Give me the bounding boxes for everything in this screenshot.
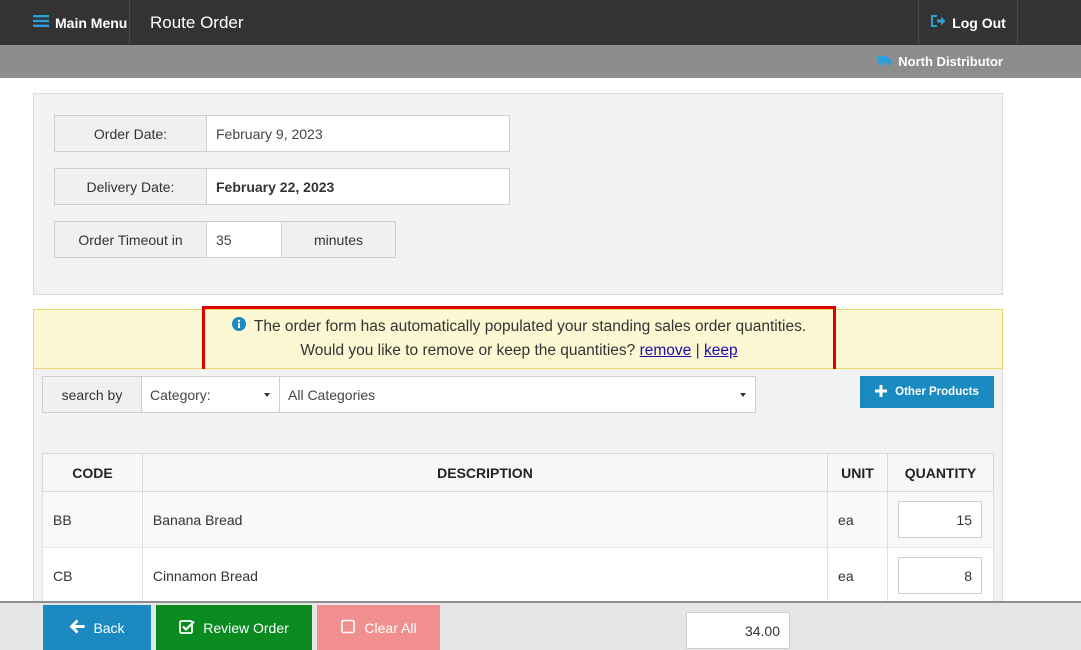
- info-icon: [231, 315, 246, 339]
- search-by-label: search by: [42, 376, 142, 413]
- notice-text-1: The order form has automatically populat…: [253, 318, 807, 335]
- category-select[interactable]: All Categories: [280, 376, 756, 413]
- other-products-button[interactable]: Other Products: [860, 376, 994, 408]
- notice-highlight: The order form has automatically populat…: [202, 306, 836, 372]
- quantity-input[interactable]: 8: [897, 557, 982, 594]
- dropdown-caret-icon: [264, 392, 270, 397]
- delivery-date-label: Delivery Date:: [54, 168, 207, 205]
- link-separator: |: [695, 342, 700, 359]
- code-cell: CB: [42, 547, 143, 604]
- timeout-unit: minutes: [282, 221, 396, 258]
- top-navbar: Main Menu Route Order Log Out: [0, 0, 1081, 45]
- truck-icon: [878, 54, 893, 69]
- back-label: Back: [93, 619, 125, 636]
- review-order-button[interactable]: Review Order: [156, 605, 312, 650]
- unit-cell: ea: [827, 491, 888, 548]
- plus-icon: [875, 384, 888, 400]
- timeout-field: 35: [207, 221, 282, 258]
- remove-link[interactable]: remove: [640, 342, 692, 359]
- column-header-quantity: QUANTITY: [886, 453, 995, 492]
- review-order-label: Review Order: [203, 619, 289, 636]
- notice-line-1: The order form has automatically populat…: [231, 315, 807, 339]
- order-total-field: 34.00: [686, 612, 790, 649]
- timeout-row: Order Timeout in 35 minutes: [54, 221, 396, 258]
- description-cell: Banana Bread: [141, 491, 829, 548]
- page-title: Route Order: [150, 13, 244, 32]
- keep-link[interactable]: keep: [704, 342, 738, 359]
- main-menu-label: Main Menu: [55, 14, 128, 31]
- notice-line-2: Would you like to remove or keep the qua…: [300, 339, 737, 363]
- timeout-label: Order Timeout in: [54, 221, 207, 258]
- clear-all-button[interactable]: Clear All: [317, 605, 440, 650]
- quantity-cell: 15: [886, 491, 995, 548]
- logout-button[interactable]: Log Out: [918, 0, 1018, 45]
- column-header-code: CODE: [42, 453, 143, 492]
- delivery-date-field[interactable]: February 22, 2023: [207, 168, 510, 205]
- clear-all-label: Clear All: [364, 619, 417, 636]
- category-value: All Categories: [288, 386, 376, 403]
- column-header-description: DESCRIPTION: [141, 453, 829, 492]
- delivery-date-row: Delivery Date: February 22, 2023: [54, 168, 510, 205]
- logout-label: Log Out: [952, 14, 1006, 31]
- table-row: CB Cinnamon Bread ea 8: [42, 547, 995, 604]
- hamburger-icon: [33, 14, 49, 31]
- column-header-unit: UNIT: [827, 453, 888, 492]
- quantity-input[interactable]: 15: [897, 501, 982, 538]
- code-cell: BB: [42, 491, 143, 548]
- back-button[interactable]: Back: [43, 605, 151, 650]
- distributor-info: North Distributor: [878, 45, 1003, 78]
- other-products-label: Other Products: [895, 386, 979, 398]
- order-date-label: Order Date:: [54, 115, 207, 152]
- distributor-bar: North Distributor: [0, 45, 1081, 78]
- order-info-panel: Order Date: February 9, 2023 Delivery Da…: [33, 93, 1003, 295]
- checkbox-checked-icon: [179, 619, 195, 637]
- table-row: BB Banana Bread ea 15: [42, 491, 995, 548]
- distributor-name: North Distributor: [898, 54, 1003, 69]
- checkbox-empty-icon: [340, 619, 356, 637]
- search-type-select[interactable]: Category:: [142, 376, 280, 413]
- notice-text-2: Would you like to remove or keep the qua…: [300, 342, 636, 359]
- order-date-row: Order Date: February 9, 2023: [54, 115, 510, 152]
- unit-cell: ea: [827, 547, 888, 604]
- arrow-left-icon: [69, 619, 85, 637]
- description-cell: Cinnamon Bread: [141, 547, 829, 604]
- product-table: CODE DESCRIPTION UNIT QUANTITY BB Banana…: [42, 453, 995, 604]
- quantity-cell: 8: [886, 547, 995, 604]
- sign-out-icon: [930, 14, 946, 31]
- main-menu-button[interactable]: Main Menu: [18, 0, 130, 45]
- dropdown-caret-icon: [740, 392, 746, 397]
- order-date-field[interactable]: February 9, 2023: [207, 115, 510, 152]
- table-header-row: CODE DESCRIPTION UNIT QUANTITY: [42, 453, 995, 492]
- search-type-value: Category:: [150, 386, 211, 403]
- search-row: search by Category: All Categories: [42, 376, 756, 413]
